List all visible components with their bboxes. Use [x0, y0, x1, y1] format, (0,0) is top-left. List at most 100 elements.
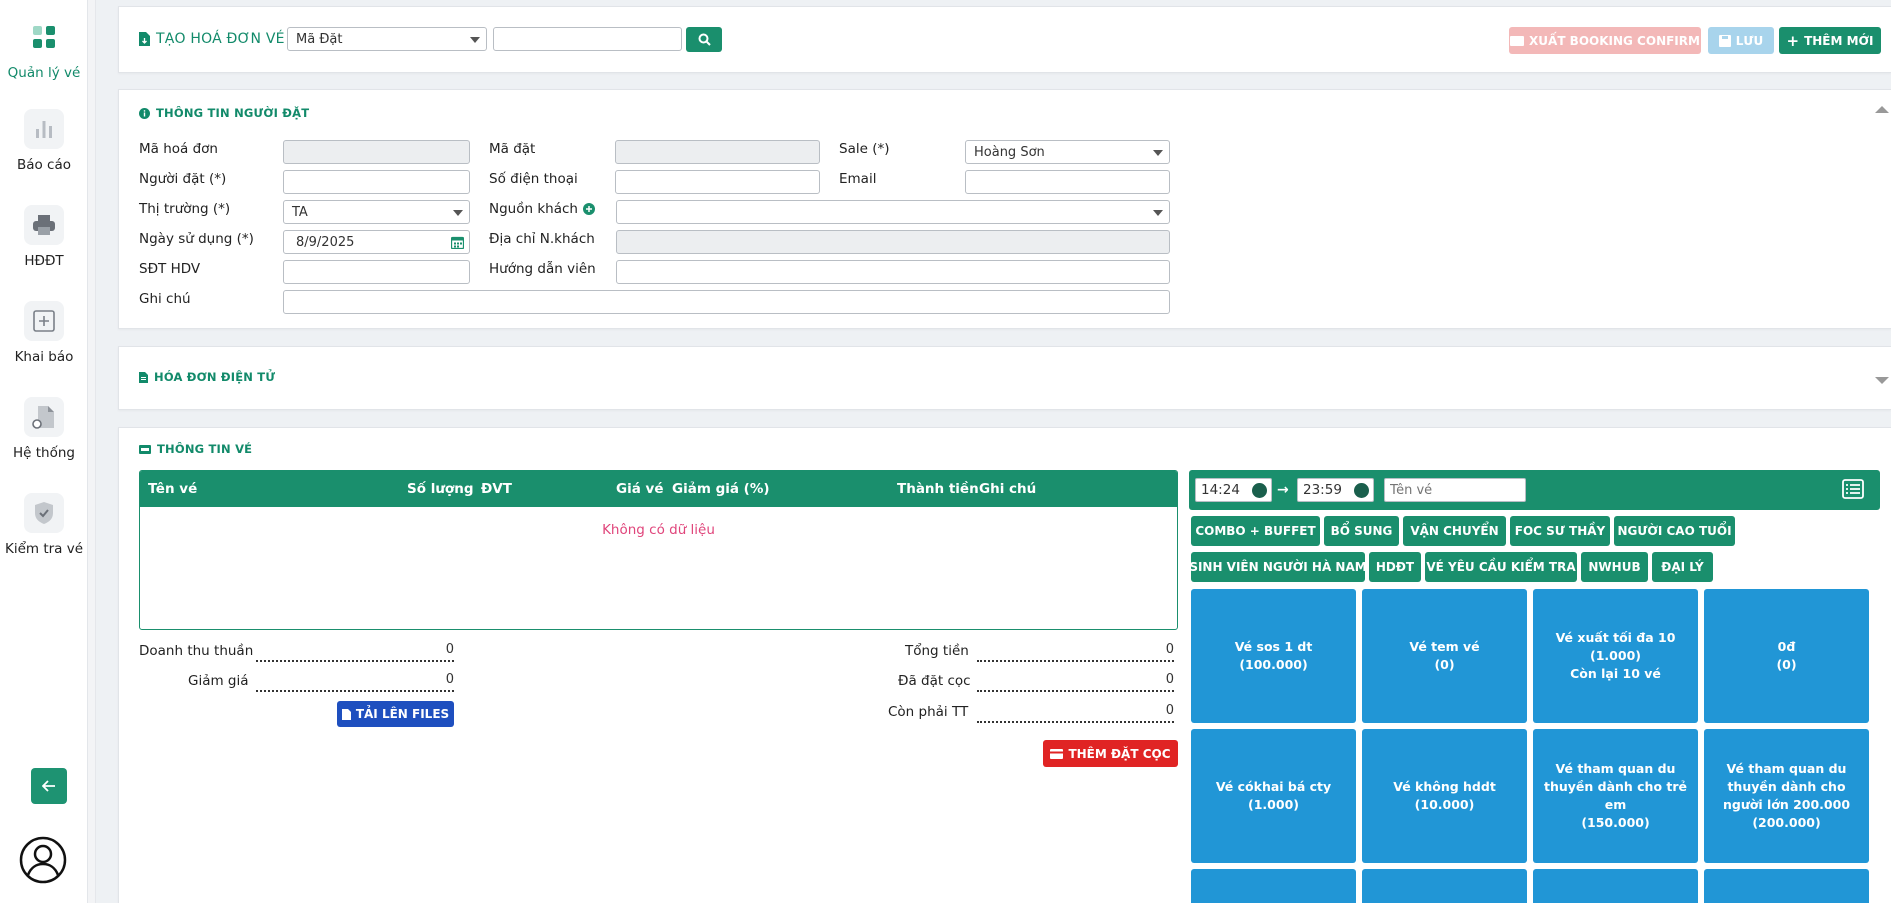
ticket-icon	[139, 444, 151, 454]
invoice-code-field	[283, 140, 470, 164]
plus-icon: +	[1786, 31, 1800, 50]
sidebar-item-label: Kiểm tra vé	[4, 541, 84, 557]
guide-field[interactable]	[616, 260, 1170, 284]
phone-label: Số điện thoại	[489, 171, 578, 187]
search-button[interactable]	[686, 27, 722, 52]
section-title: THÔNG TIN VÉ	[139, 442, 252, 456]
ticket-tile[interactable]: Vé không hddt (10.000)	[1362, 729, 1527, 863]
arrow-left-icon	[42, 780, 55, 792]
sidebar-divider	[88, 0, 96, 903]
expand-caret-icon[interactable]	[1875, 377, 1889, 384]
email-field[interactable]	[965, 170, 1170, 194]
address-label: Địa chỉ N.khách	[489, 231, 595, 247]
sidebar-item-label: Quản lý vé	[7, 65, 81, 81]
column-header-note: Ghi chú	[979, 481, 1037, 497]
calendar-icon[interactable]	[451, 236, 464, 249]
note-field[interactable]	[283, 290, 1170, 314]
total-label: Tổng tiền	[905, 643, 969, 659]
address-field	[616, 230, 1170, 254]
add-deposit-button[interactable]: THÊM ĐẶT CỌC	[1043, 740, 1178, 767]
ticket-tile[interactable]	[1704, 869, 1869, 903]
column-header-discount: Giảm giá (%)	[672, 481, 770, 497]
total-value: 0	[977, 642, 1174, 662]
column-header-unit: ĐVT	[481, 481, 512, 497]
category-foc-monk[interactable]: FOC SƯ THẦY	[1510, 516, 1610, 546]
ticket-tile[interactable]: Vé cókhai bá cty (1.000)	[1191, 729, 1356, 863]
page-title: TẠO HOÁ ĐƠN VÉ	[139, 31, 285, 47]
booker-info-card: THÔNG TIN NGƯỜI ĐẶT Mã hoá đơn Mã đặt Sa…	[118, 89, 1891, 329]
ticket-tile[interactable]: 0đ (0)	[1704, 589, 1869, 723]
ticket-icon	[1510, 35, 1525, 46]
guide-phone-label: SĐT HDV	[139, 261, 201, 277]
category-transport[interactable]: VẬN CHUYỂN	[1403, 516, 1506, 546]
category-nwhub[interactable]: NWHUB	[1581, 552, 1648, 582]
invoice-code-label: Mã hoá đơn	[139, 141, 218, 157]
arrow-right-icon: →	[1277, 482, 1289, 498]
category-student-ha-nam[interactable]: SINH VIÊN NGƯỜI HÀ NAM	[1189, 552, 1367, 582]
document-settings-icon	[24, 397, 64, 437]
category-agency[interactable]: ĐẠI LÝ	[1652, 552, 1713, 582]
discount-value: 0	[256, 672, 454, 692]
sidebar-item-ticket-management[interactable]: Quản lý vé	[0, 17, 88, 81]
collapse-caret-icon[interactable]	[1875, 106, 1889, 113]
category-einvoice[interactable]: HDĐT	[1369, 552, 1421, 582]
ticket-tile[interactable]: Vé tem vé (0)	[1362, 589, 1527, 723]
category-combo-buffet[interactable]: COMBO + BUFFET	[1191, 516, 1320, 546]
search-input[interactable]	[493, 27, 682, 51]
ticket-name-search-input[interactable]	[1384, 478, 1526, 502]
credit-card-icon	[1050, 748, 1064, 759]
save-button[interactable]: LƯU	[1708, 27, 1774, 54]
upload-files-button[interactable]: TẢI LÊN FILES	[337, 701, 454, 727]
category-elderly[interactable]: NGƯỜI CAO TUỔI	[1614, 516, 1735, 546]
sidebar-item-declaration[interactable]: Khai báo	[0, 301, 88, 365]
column-header-quantity: Số lượng	[407, 481, 474, 497]
category-check-required[interactable]: VÉ YÊU CẦU KIỂM TRA	[1425, 552, 1577, 582]
sale-select[interactable]: Hoàng Sơn	[965, 140, 1170, 164]
market-label: Thị trường (*)	[139, 201, 231, 217]
table-header: Tên vé Số lượng ĐVT Giá vé Giảm giá (%) …	[140, 471, 1177, 507]
sidebar-item-reports[interactable]: Báo cáo	[0, 109, 88, 173]
sidebar-item-einvoice[interactable]: HĐĐT	[0, 205, 88, 269]
grid-icon	[24, 17, 64, 57]
einvoice-card: HÓA ĐƠN ĐIỆN TỬ	[118, 346, 1891, 410]
ticket-tile[interactable]	[1533, 869, 1698, 903]
header-card: TẠO HOÁ ĐƠN VÉ Mã Đặt XUẤT BOOKING CONFI…	[118, 6, 1891, 73]
sidebar-item-check-ticket[interactable]: Kiểm tra vé	[0, 493, 88, 557]
source-select[interactable]	[616, 200, 1170, 224]
category-supplement[interactable]: BỔ SUNG	[1324, 516, 1399, 546]
add-circle-icon[interactable]	[582, 203, 595, 215]
add-new-button[interactable]: + THÊM MỚI	[1779, 27, 1881, 54]
sidebar-item-system[interactable]: Hệ thống	[0, 397, 88, 461]
deposit-label: Đã đặt cọc	[898, 673, 971, 689]
clock-icon	[1354, 483, 1369, 498]
user-avatar-icon[interactable]	[19, 836, 67, 884]
ticket-tile[interactable]: Vé sos 1 dt (100.000)	[1191, 589, 1356, 723]
ticket-tile[interactable]	[1191, 869, 1356, 903]
sidebar-item-label: Khai báo	[14, 349, 74, 365]
chevron-down-icon	[453, 210, 463, 216]
time-to-input[interactable]: 23:59	[1297, 478, 1374, 502]
column-header-price: Giá vé	[616, 481, 664, 497]
chevron-down-icon	[470, 37, 480, 43]
list-view-icon[interactable]	[1842, 479, 1864, 499]
email-label: Email	[839, 171, 877, 187]
time-from-input[interactable]: 14:24	[1195, 478, 1272, 502]
search-type-select[interactable]: Mã Đặt	[287, 27, 487, 51]
booker-name-field[interactable]	[283, 170, 470, 194]
section-title: HÓA ĐƠN ĐIỆN TỬ	[139, 370, 275, 384]
net-revenue-value: 0	[256, 642, 454, 662]
phone-field[interactable]	[615, 170, 820, 194]
bar-chart-icon	[24, 109, 64, 149]
ticket-tile[interactable]	[1362, 869, 1527, 903]
ticket-tile[interactable]: Vé tham quan du thuyền dành cho trẻ em (1…	[1533, 729, 1698, 863]
guide-phone-field[interactable]	[283, 260, 470, 284]
market-select[interactable]: TA	[283, 200, 470, 224]
collapse-sidebar-button[interactable]	[31, 768, 67, 804]
booking-code-label: Mã đặt	[489, 141, 536, 157]
use-date-field[interactable]: 8/9/2025	[283, 230, 470, 254]
file-download-icon	[139, 32, 150, 46]
ticket-tile[interactable]: Vé xuất tối đa 10 (1.000) Còn lại 10 vé	[1533, 589, 1698, 723]
remaining-label: Còn phải TT	[888, 704, 969, 720]
export-booking-button[interactable]: XUẤT BOOKING CONFIRM	[1509, 27, 1701, 54]
ticket-tile[interactable]: Vé tham quan du thuyền dành cho người lớ…	[1704, 729, 1869, 863]
